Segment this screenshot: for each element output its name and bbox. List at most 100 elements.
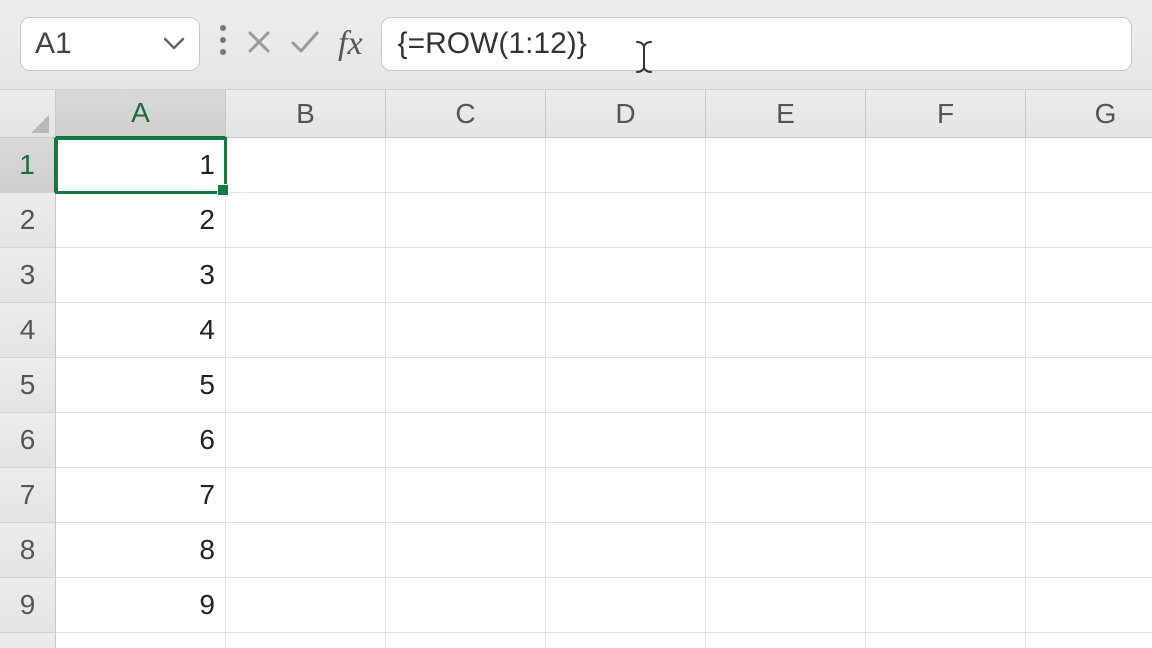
cell[interactable] (1026, 138, 1152, 193)
cell[interactable] (386, 413, 546, 468)
cell[interactable]: 4 (56, 303, 226, 358)
cell[interactable] (386, 523, 546, 578)
cell[interactable]: 2 (56, 193, 226, 248)
cell[interactable] (706, 193, 866, 248)
column-header-c[interactable]: C (386, 90, 546, 138)
formula-input-value: {=ROW(1:12)} (398, 27, 587, 61)
cell[interactable] (546, 248, 706, 303)
cell[interactable] (706, 248, 866, 303)
column-header-f[interactable]: F (866, 90, 1026, 138)
cell[interactable]: 8 (56, 523, 226, 578)
cell[interactable] (546, 578, 706, 633)
cell[interactable] (866, 193, 1026, 248)
cell[interactable] (226, 193, 386, 248)
column-header-a[interactable]: A (56, 90, 226, 138)
formula-input[interactable]: {=ROW(1:12)} (381, 17, 1132, 71)
cell[interactable] (1026, 413, 1152, 468)
select-all-corner[interactable] (0, 90, 56, 138)
cell[interactable] (1026, 248, 1152, 303)
cell[interactable] (1026, 358, 1152, 413)
row-header[interactable]: 9 (0, 578, 56, 633)
cell[interactable] (706, 138, 866, 193)
fx-icon[interactable]: fx (338, 25, 363, 63)
text-cursor-icon (635, 40, 653, 74)
cell[interactable] (546, 303, 706, 358)
cell[interactable]: 6 (56, 413, 226, 468)
spreadsheet-grid[interactable]: ABCDEFG 1122334455667788991010 (0, 90, 1152, 648)
row-header[interactable]: 4 (0, 303, 56, 358)
cell[interactable] (866, 523, 1026, 578)
cell[interactable] (706, 413, 866, 468)
cell[interactable] (226, 358, 386, 413)
chevron-down-icon[interactable] (163, 30, 185, 58)
cell[interactable]: 5 (56, 358, 226, 413)
cell[interactable] (386, 138, 546, 193)
cancel-icon[interactable] (246, 27, 272, 61)
cell[interactable] (1026, 193, 1152, 248)
cell[interactable] (386, 303, 546, 358)
cell[interactable] (1026, 303, 1152, 358)
cell[interactable] (866, 413, 1026, 468)
cell[interactable] (546, 413, 706, 468)
cell[interactable]: 10 (56, 633, 226, 648)
cell[interactable]: 7 (56, 468, 226, 523)
cell[interactable] (866, 468, 1026, 523)
cell[interactable] (866, 633, 1026, 648)
cell[interactable] (866, 358, 1026, 413)
column-header-e[interactable]: E (706, 90, 866, 138)
cell[interactable] (706, 633, 866, 648)
cell[interactable] (706, 468, 866, 523)
cell[interactable] (546, 468, 706, 523)
cell[interactable] (866, 138, 1026, 193)
cell[interactable] (706, 303, 866, 358)
cell[interactable] (706, 578, 866, 633)
column-header-d[interactable]: D (546, 90, 706, 138)
cell[interactable] (866, 303, 1026, 358)
cell[interactable] (1026, 633, 1152, 648)
row-header[interactable]: 7 (0, 468, 56, 523)
cell[interactable] (386, 193, 546, 248)
row-header[interactable]: 2 (0, 193, 56, 248)
cell[interactable] (226, 413, 386, 468)
row-header[interactable]: 6 (0, 413, 56, 468)
cell[interactable] (226, 578, 386, 633)
cell[interactable] (546, 633, 706, 648)
cell[interactable] (386, 358, 546, 413)
column-header-b[interactable]: B (226, 90, 386, 138)
cell[interactable] (386, 578, 546, 633)
cell[interactable] (866, 248, 1026, 303)
cell[interactable]: 3 (56, 248, 226, 303)
row-header[interactable]: 8 (0, 523, 56, 578)
column-header-g[interactable]: G (1026, 90, 1152, 138)
cell[interactable] (1026, 578, 1152, 633)
more-icon[interactable] (218, 23, 228, 64)
cell[interactable] (226, 468, 386, 523)
cell[interactable]: 9 (56, 578, 226, 633)
cell[interactable] (546, 523, 706, 578)
row-header[interactable]: 1 (0, 138, 56, 193)
cell[interactable] (226, 523, 386, 578)
row-header[interactable]: 10 (0, 633, 56, 648)
cell[interactable] (1026, 523, 1152, 578)
cell[interactable] (386, 248, 546, 303)
name-box[interactable]: A1 (20, 17, 200, 71)
cell[interactable] (1026, 468, 1152, 523)
cell[interactable] (546, 138, 706, 193)
cell[interactable] (546, 193, 706, 248)
cell[interactable] (706, 358, 866, 413)
confirm-icon[interactable] (290, 27, 320, 61)
cell[interactable] (226, 633, 386, 648)
cell[interactable] (226, 303, 386, 358)
cell[interactable] (866, 578, 1026, 633)
cell[interactable] (226, 138, 386, 193)
row-header[interactable]: 5 (0, 358, 56, 413)
cell[interactable] (386, 468, 546, 523)
formula-bar-area: A1 fx {=ROW(1:12)} (0, 0, 1152, 90)
cell[interactable] (226, 248, 386, 303)
formula-bar-icons: fx (214, 23, 367, 64)
cell[interactable]: 1 (56, 138, 226, 193)
cell[interactable] (546, 358, 706, 413)
cell[interactable] (706, 523, 866, 578)
cell[interactable] (386, 633, 546, 648)
row-header[interactable]: 3 (0, 248, 56, 303)
